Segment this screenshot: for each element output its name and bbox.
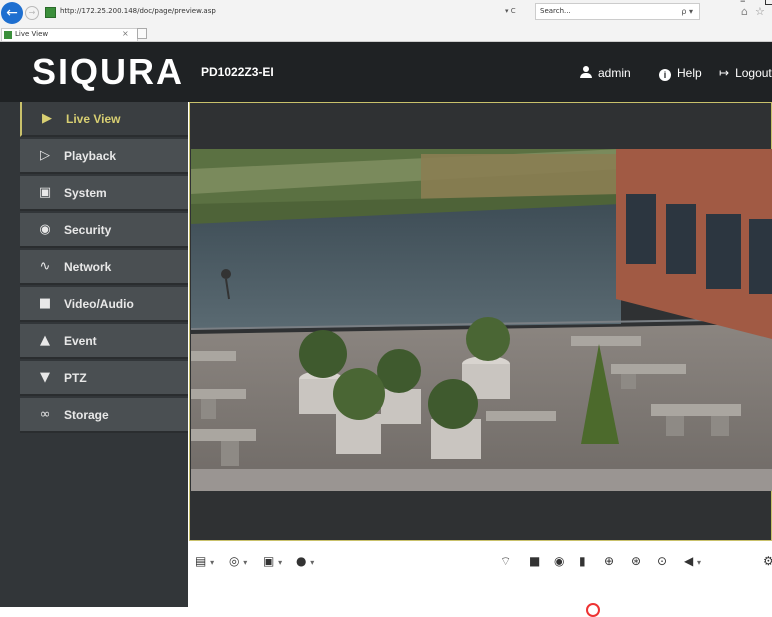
logout-link[interactable]: ↦ Logout <box>719 66 772 80</box>
sidebar-item-event[interactable]: ▲ Event <box>20 324 188 359</box>
sidebar-item-label: Playback <box>64 149 117 163</box>
tab-title: Live View <box>15 30 49 38</box>
sidebar-item-live-view[interactable]: ▶ Live View <box>20 102 188 137</box>
sidebar-item-label: Live View <box>66 112 121 126</box>
status-indicator-icon <box>586 603 600 617</box>
sidebar-item-label: Event <box>64 334 97 348</box>
search-icon[interactable]: ρ ▾ <box>681 7 693 16</box>
logout-label: Logout <box>735 66 772 80</box>
logo: SIQURA <box>32 51 185 92</box>
favicon-icon <box>45 7 56 18</box>
new-tab-button[interactable] <box>137 28 147 39</box>
crop-icon[interactable]: ⌔ <box>500 554 511 568</box>
camera-icon: ■ <box>38 296 52 311</box>
help-label: Help <box>677 66 702 80</box>
volume-icon[interactable]: ◀ ▾ <box>684 554 701 570</box>
sidebar-item-label: System <box>64 186 107 200</box>
lock-icon: ◉ <box>39 222 51 237</box>
plugin-icon[interactable]: ▣ ▾ <box>263 554 282 570</box>
sidebar-item-label: Video/Audio <box>64 297 134 311</box>
sidebar-item-storage[interactable]: ∞ Storage <box>20 398 188 433</box>
tab-close-icon[interactable]: × <box>122 29 129 38</box>
focus-icon[interactable]: ⊛ <box>631 554 641 568</box>
bottom-area <box>188 581 772 617</box>
play-icon: ▶ <box>42 111 52 126</box>
settings-icon[interactable]: ⚙ <box>763 554 772 568</box>
search-input[interactable]: Search... ρ ▾ <box>535 3 700 20</box>
device-model: PD1022Z3-EI <box>201 65 274 79</box>
forward-button[interactable]: → <box>25 6 39 20</box>
network-icon: ∿ <box>39 259 51 274</box>
search-placeholder: Search... <box>540 7 571 15</box>
sidebar: ▶ Live View ▷ Playback ▣ System ◉ Securi… <box>0 102 188 607</box>
iris-icon[interactable]: ⊙ <box>657 554 667 568</box>
stream-type-icon[interactable]: ◎ ▾ <box>229 554 247 570</box>
tab-favicon-icon <box>4 31 12 39</box>
sidebar-item-label: Storage <box>64 408 109 422</box>
stop-icon[interactable]: ■ <box>529 554 540 568</box>
favorites-star-icon[interactable]: ☆ <box>755 5 765 18</box>
minimize-button[interactable]: – <box>740 0 746 7</box>
sidebar-item-system[interactable]: ▣ System <box>20 176 188 211</box>
sidebar-item-label: Security <box>64 223 112 237</box>
live-view-panel <box>189 102 772 541</box>
sidebar-item-label: PTZ <box>64 371 87 385</box>
system-icon: ▣ <box>38 185 52 200</box>
microphone-icon[interactable]: ● ▾ <box>296 554 314 570</box>
sidebar-item-security[interactable]: ◉ Security <box>20 213 188 248</box>
playback-icon: ▷ <box>40 148 50 163</box>
sidebar-item-network[interactable]: ∿ Network <box>20 250 188 285</box>
help-link[interactable]: i Help <box>659 66 702 81</box>
user-icon <box>580 66 592 78</box>
user-menu[interactable]: admin <box>580 66 631 80</box>
camera-image <box>191 149 772 491</box>
user-name: admin <box>598 66 631 80</box>
video-feed[interactable] <box>191 149 772 491</box>
sidebar-item-video-audio[interactable]: ■ Video/Audio <box>20 287 188 322</box>
address-bar[interactable]: http://172.25.200.148/doc/page/preview.a… <box>60 7 216 15</box>
back-button[interactable]: ← <box>1 2 23 24</box>
sidebar-item-label: Network <box>64 260 112 274</box>
record-icon[interactable]: ▮ <box>579 554 586 568</box>
snapshot-icon[interactable]: ◉ <box>554 554 564 568</box>
logout-icon: ↦ <box>719 66 730 80</box>
refresh-button[interactable]: ▾ C <box>505 7 516 15</box>
browser-chrome: ← → http://172.25.200.148/doc/page/previ… <box>0 0 772 42</box>
event-icon: ▲ <box>40 333 50 348</box>
video-toolbar: ▤ ▾ ◎ ▾ ▣ ▾ ● ▾ ⌔ ■ ◉ ▮ ⊕ ⊛ ⊙ ◀ ▾ ⚙ <box>188 541 772 581</box>
maximize-button[interactable] <box>765 0 772 5</box>
sidebar-item-ptz[interactable]: ▼ PTZ <box>20 361 188 396</box>
window-layout-icon[interactable]: ▤ ▾ <box>195 554 214 570</box>
sidebar-item-playback[interactable]: ▷ Playback <box>20 139 188 174</box>
browser-tab[interactable]: Live View × <box>1 28 138 41</box>
help-icon: i <box>659 69 671 81</box>
storage-icon: ∞ <box>39 407 51 422</box>
app-header: SIQURA PD1022Z3-EI admin i Help ↦ Logout <box>0 42 772 102</box>
zoom-icon[interactable]: ⊕ <box>604 554 614 568</box>
ptz-icon: ▼ <box>40 370 50 385</box>
